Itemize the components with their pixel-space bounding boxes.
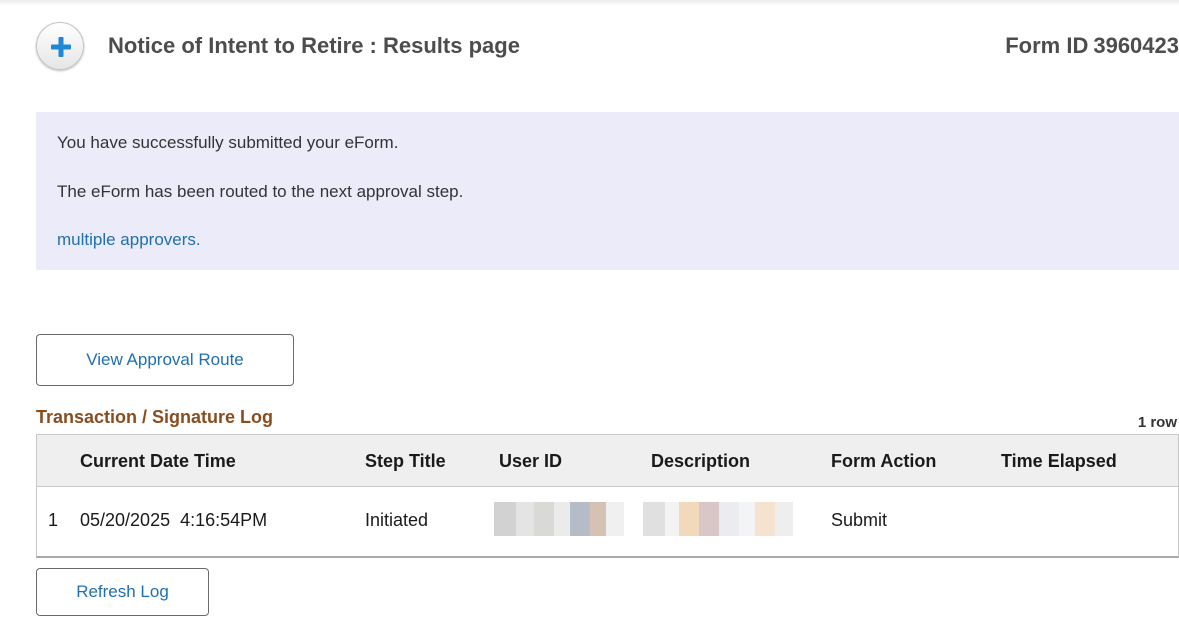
message-line-routed: The eForm has been routed to the next ap…: [57, 182, 464, 201]
column-header-description[interactable]: Description: [651, 451, 750, 472]
page-header: Notice of Intent to Retire : Results pag…: [36, 22, 1179, 72]
row-index: 1: [48, 510, 59, 530]
row-count: 1 row: [1137, 414, 1177, 431]
column-header-step-title[interactable]: Step Title: [365, 451, 446, 472]
cell-description-redacted: [643, 502, 793, 536]
cell-datetime: 05/20/2025 4:16:54PM: [80, 510, 268, 530]
column-header-datetime[interactable]: Current Date Time: [80, 451, 236, 472]
signature-log-table: Current Date Time Step Title User ID Des…: [36, 434, 1179, 558]
page-title: Notice of Intent to Retire : Results pag…: [108, 33, 520, 58]
plus-icon: [51, 37, 71, 57]
cell-user-id-redacted: [494, 502, 624, 536]
multiple-approvers-link[interactable]: multiple approvers.: [57, 230, 201, 250]
column-header-time-elapsed[interactable]: Time Elapsed: [1001, 451, 1117, 472]
cell-form-action: Submit: [831, 510, 888, 530]
form-id: Form ID 3960423: [1005, 33, 1179, 59]
view-approval-route-button[interactable]: View Approval Route: [36, 334, 294, 386]
column-header-form-action[interactable]: Form Action: [831, 451, 936, 472]
log-title: Transaction / Signature Log: [36, 407, 274, 427]
column-header-user-id[interactable]: User ID: [499, 451, 562, 472]
confirmation-message: You have successfully submitted your eFo…: [36, 112, 1179, 270]
expand-button[interactable]: [36, 22, 84, 70]
top-shadow: [0, 0, 1179, 6]
form-id-value: 3960423: [1093, 33, 1179, 58]
table-header-row: Current Date Time Step Title User ID Des…: [37, 435, 1178, 487]
cell-step-title: Initiated: [365, 510, 429, 530]
message-line-submitted: You have successfully submitted your eFo…: [57, 133, 399, 152]
refresh-log-button[interactable]: Refresh Log: [36, 568, 209, 616]
form-id-label: Form ID: [1005, 33, 1089, 58]
